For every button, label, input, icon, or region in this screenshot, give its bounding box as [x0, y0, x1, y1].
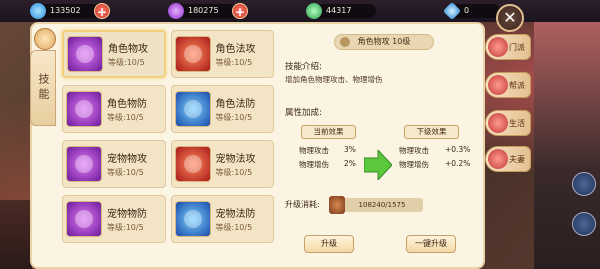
skill-name: 角色物防 [107, 99, 147, 110]
resource-diamond: 0 [442, 1, 500, 21]
skill-card[interactable]: 角色法攻等级:10/5 [170, 30, 274, 78]
upgrade-all-button[interactable]: 一键升级 [406, 235, 456, 253]
skill-level: 等级:10/5 [107, 168, 144, 177]
skill-text: 宠物法攻等级:10/5 [216, 150, 256, 178]
next-row: 物理攻击 [399, 146, 429, 155]
gem-icon [168, 3, 184, 19]
menu-item-label: 夫妻 [509, 154, 525, 164]
skill-card[interactable]: 角色物防等级:10/5 [62, 85, 166, 133]
add-gold-button[interactable]: + [94, 3, 110, 19]
skill-name: 宠物法攻 [215, 154, 256, 165]
current-row: 物理增伤 [299, 160, 329, 169]
magic-shield-icon [174, 91, 211, 127]
skill-card[interactable]: 角色法防等级:10/5 [170, 85, 274, 133]
fire-icon [174, 36, 211, 72]
menu-item-icon [488, 75, 508, 95]
skill-card[interactable]: 宠物物攻等级:10/5 [62, 140, 166, 188]
menu-item[interactable]: 夫妻 [485, 146, 531, 172]
skill-card[interactable]: 角色物攻等级:10/5 [62, 30, 166, 78]
menu-item-label: 门派 [509, 42, 525, 52]
skill-level: 等级:10/5 [215, 58, 253, 67]
skill-name: 宠物物攻 [107, 154, 147, 165]
skill-name: 宠物法防 [215, 209, 256, 220]
skill-level: 等级:10/5 [215, 223, 253, 232]
skill-name: 角色物攻 [108, 44, 148, 55]
jade-icon [306, 3, 322, 19]
pet-shield-icon [66, 201, 102, 237]
skill-text: 角色物攻等级:10/5 [108, 40, 148, 68]
skill-name: 角色法攻 [215, 44, 256, 55]
resource-gold: 133502 + [30, 2, 110, 20]
upgrade-button[interactable]: 升级 [304, 235, 354, 253]
skill-text: 宠物法防等级:10/5 [216, 205, 256, 233]
menu-item-icon [488, 37, 508, 57]
resource-gem: 180275 + [168, 2, 248, 20]
skill-card[interactable]: 宠物物防等级:10/5 [62, 195, 166, 243]
skill-name: 宠物物防 [107, 209, 147, 220]
skill-level: 等级:10/5 [215, 168, 253, 177]
menu-item[interactable]: 门派 [485, 34, 531, 60]
menu-item-icon [488, 149, 508, 169]
current-value: 2% [344, 159, 356, 168]
skill-detail-panel: 角色物攻 10级 技能介绍: 增加角色物理攻击、物理增伤 属性加成: 当前效果 … [279, 30, 477, 260]
pet-attack-icon [66, 146, 102, 182]
menu-item-label: 生活 [509, 118, 525, 128]
shield-icon [66, 91, 102, 127]
next-row: 物理增伤 [399, 160, 429, 169]
panel-emblem-icon [34, 28, 56, 50]
cost-label: 升级消耗: [285, 200, 320, 209]
skill-level: 等级:10/5 [107, 113, 144, 122]
skill-card[interactable]: 宠物法攻等级:10/5 [170, 140, 274, 188]
next-value: +0.3% [445, 145, 471, 154]
menu-item[interactable]: 帮派 [485, 72, 531, 98]
intro-heading: 技能介绍: [285, 62, 322, 72]
current-row: 物理攻击 [299, 146, 329, 155]
menu-item[interactable]: 生活 [485, 110, 531, 136]
intro-text: 增加角色物理攻击、物理增伤 [285, 75, 383, 84]
arrow-right-icon [364, 150, 392, 180]
current-value: 3% [344, 145, 356, 154]
next-value: +0.2% [445, 159, 471, 168]
next-effect-label: 下级效果 [404, 125, 459, 139]
skill-level: 等级:10/5 [107, 223, 144, 232]
side-hud-background [534, 22, 600, 269]
add-gem-button[interactable]: + [232, 3, 248, 19]
resource-jade: 44317 [306, 2, 376, 20]
skill-level: 等级:10/5 [215, 113, 253, 122]
tab-skills[interactable]: 技能 [30, 50, 56, 126]
skill-grid: 角色物攻 等级:10/5 角色法攻 等级:10/5 角色物防 等级:10/5 角色法防 等级:… [62, 30, 274, 256]
skill-text: 角色法防等级:10/5 [216, 95, 256, 123]
chat-area-background [0, 200, 32, 269]
skill-text: 宠物物防等级:10/5 [107, 205, 147, 233]
skill-name: 角色法防 [215, 99, 256, 110]
close-button[interactable]: ✕ [496, 4, 524, 32]
pet-magic-shield-icon [174, 201, 211, 237]
gold-coin-icon [30, 3, 46, 19]
menu-item-icon [488, 113, 508, 133]
pet-fire-icon [174, 146, 211, 182]
current-effect-label: 当前效果 [301, 125, 356, 139]
skill-text: 角色物防等级:10/5 [107, 95, 147, 123]
skill-text: 角色法攻等级:10/5 [216, 40, 256, 68]
material-icon [329, 196, 345, 214]
skill-title-icon [340, 37, 350, 47]
attr-heading: 属性加成: [285, 108, 322, 118]
hud-button-icon[interactable] [572, 172, 596, 196]
hud-button-icon[interactable] [572, 212, 596, 236]
skill-card[interactable]: 宠物法防等级:10/5 [170, 195, 274, 243]
sword-icon [67, 36, 103, 72]
skill-text: 宠物物攻等级:10/5 [107, 150, 147, 178]
menu-item-label: 帮派 [509, 80, 525, 90]
skill-level: 等级:10/5 [108, 58, 145, 67]
